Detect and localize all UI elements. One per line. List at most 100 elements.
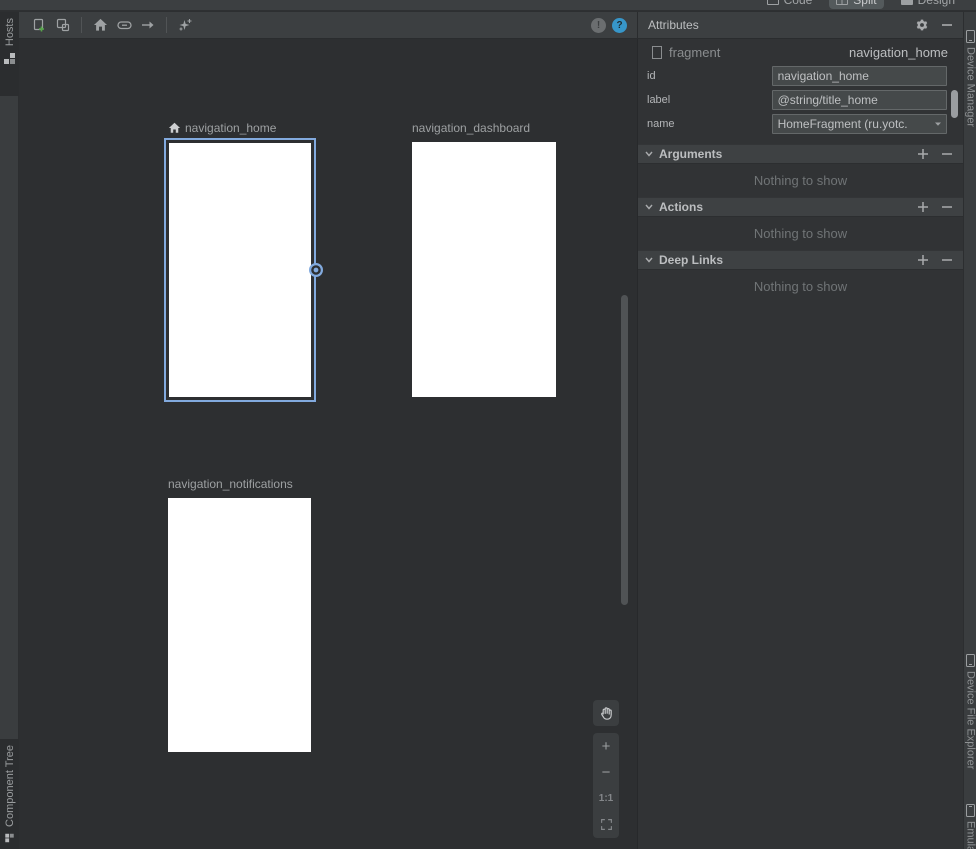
component-id: navigation_home — [849, 45, 948, 60]
fragment-id-text: navigation_dashboard — [412, 121, 530, 135]
tab-split[interactable]: Split — [829, 0, 883, 9]
hide-panel-icon[interactable] — [941, 19, 953, 31]
id-field-label: id — [647, 70, 772, 82]
section-header-actions[interactable]: Actions — [638, 197, 963, 217]
split-icon — [836, 0, 848, 5]
error-badge-glyph: ! — [597, 20, 600, 31]
zoom-to-fit-icon — [600, 818, 613, 831]
tool-window-button-component-tree[interactable]: Component Tree — [0, 739, 19, 849]
zoom-controls: + − 1:1 — [593, 733, 619, 838]
tab-design[interactable]: Design — [894, 0, 962, 9]
selected-component-row: fragment navigation_home — [638, 39, 963, 64]
field-row-name: name HomeFragment (ru.yotc. — [638, 112, 963, 136]
assign-start-destination-button[interactable] — [88, 14, 112, 36]
device-manager-label: Device Manager — [965, 47, 976, 127]
device-manager-icon — [965, 30, 976, 43]
zoom-ratio-button[interactable]: 1:1 — [593, 785, 619, 811]
deep-link-icon — [116, 17, 133, 33]
action-handle[interactable] — [308, 262, 324, 278]
start-destination-home-icon — [168, 122, 181, 134]
gear-icon[interactable] — [915, 18, 929, 32]
canvas-vertical-scrollbar[interactable] — [621, 295, 628, 605]
zoom-in-button[interactable]: + — [593, 733, 619, 759]
remove-deep-link-icon[interactable] — [941, 254, 953, 266]
left-tool-stripe: Hosts Component Tree — [0, 12, 19, 849]
fragment-id-text: navigation_home — [185, 121, 276, 135]
tab-code[interactable]: Code — [760, 0, 820, 9]
home-icon — [93, 18, 108, 32]
error-indicator-button[interactable]: ! — [591, 18, 606, 33]
add-action-icon[interactable] — [917, 201, 929, 213]
chevron-down-icon — [644, 202, 654, 212]
tab-design-label: Design — [918, 0, 955, 7]
section-header-arguments[interactable]: Arguments — [638, 144, 963, 164]
hosts-icon — [3, 52, 16, 65]
fragment-label-navigation-notifications: navigation_notifications — [168, 476, 293, 492]
tool-window-button-device-manager[interactable]: Device Manager — [964, 30, 976, 127]
device-file-explorer-icon — [965, 654, 976, 667]
tab-code-label: Code — [784, 0, 813, 7]
zoom-in-glyph: + — [602, 738, 611, 755]
toolbar-separator — [81, 17, 82, 33]
action-arrow-icon — [140, 17, 156, 33]
chevron-down-icon — [644, 255, 654, 265]
id-field[interactable] — [772, 66, 947, 86]
add-deep-link-icon[interactable] — [917, 254, 929, 266]
deep-links-empty-text: Nothing to show — [638, 270, 963, 303]
remove-action-icon[interactable] — [941, 201, 953, 213]
toolbar-right-group: ! ? — [591, 18, 637, 33]
attributes-panel-scrollbar[interactable] — [951, 90, 958, 118]
field-row-id: id — [638, 64, 963, 88]
label-field[interactable] — [772, 90, 947, 110]
fragment-label-navigation-home: navigation_home — [168, 120, 276, 136]
fragment-label-navigation-dashboard: navigation_dashboard — [412, 120, 530, 136]
actions-title: Actions — [659, 200, 703, 214]
emulator-label: Emulator — [965, 821, 976, 849]
name-dropdown[interactable]: HomeFragment (ru.yotc. — [772, 114, 947, 134]
new-destination-button[interactable] — [27, 14, 51, 36]
auto-arrange-icon — [177, 17, 193, 33]
label-field-label: label — [647, 94, 772, 106]
nested-graph-icon — [55, 17, 71, 33]
pan-hand-icon — [598, 705, 614, 721]
section-header-deep-links[interactable]: Deep Links — [638, 250, 963, 270]
deep-link-button[interactable] — [112, 14, 136, 36]
fragment-navigation-dashboard[interactable] — [412, 142, 556, 397]
zoom-out-button[interactable]: − — [593, 759, 619, 785]
name-field-label: name — [647, 118, 772, 130]
add-argument-icon[interactable] — [917, 148, 929, 160]
zoom-to-fit-button[interactable] — [593, 811, 619, 837]
pan-button[interactable] — [593, 700, 619, 726]
right-tool-stripe: Device Manager Device File Explorer Emul… — [963, 12, 976, 849]
design-icon — [901, 0, 913, 5]
chevron-down-icon — [933, 119, 943, 129]
attributes-title: Attributes — [648, 18, 699, 32]
chevron-down-icon — [644, 149, 654, 159]
zoom-out-glyph: − — [602, 764, 611, 781]
device-file-explorer-label: Device File Explorer — [965, 671, 976, 769]
tool-window-button-device-file-explorer[interactable]: Device File Explorer — [964, 654, 976, 769]
auto-arrange-button[interactable] — [173, 14, 197, 36]
component-tree-icon — [3, 833, 16, 843]
hosts-label: Hosts — [4, 18, 16, 46]
fragment-preview — [169, 143, 311, 397]
fragment-navigation-home[interactable] — [164, 138, 316, 402]
navigation-graph-canvas[interactable]: navigation_home navigation_dashboard nav… — [19, 39, 637, 849]
help-button[interactable]: ? — [612, 18, 627, 33]
editor-tab-strip: Code Split Design — [0, 0, 976, 11]
name-dropdown-value: HomeFragment (ru.yotc. — [778, 117, 933, 131]
action-button[interactable] — [136, 14, 160, 36]
fragment-icon — [652, 46, 662, 59]
tool-window-button-emulator[interactable]: Emulator — [964, 804, 976, 849]
deep-links-title: Deep Links — [659, 253, 723, 267]
tool-window-button-hosts[interactable]: Hosts — [0, 12, 19, 96]
attributes-panel: fragment navigation_home id label name H… — [637, 39, 963, 849]
editor-mode-tabs: Code Split Design — [760, 0, 962, 11]
nested-graph-button[interactable] — [51, 14, 75, 36]
fragment-id-text: navigation_notifications — [168, 477, 293, 491]
fragment-navigation-notifications[interactable] — [168, 498, 311, 752]
attributes-panel-header: Attributes — [637, 12, 963, 39]
remove-argument-icon[interactable] — [941, 148, 953, 160]
component-tree-label: Component Tree — [4, 745, 16, 827]
code-icon — [767, 0, 779, 5]
